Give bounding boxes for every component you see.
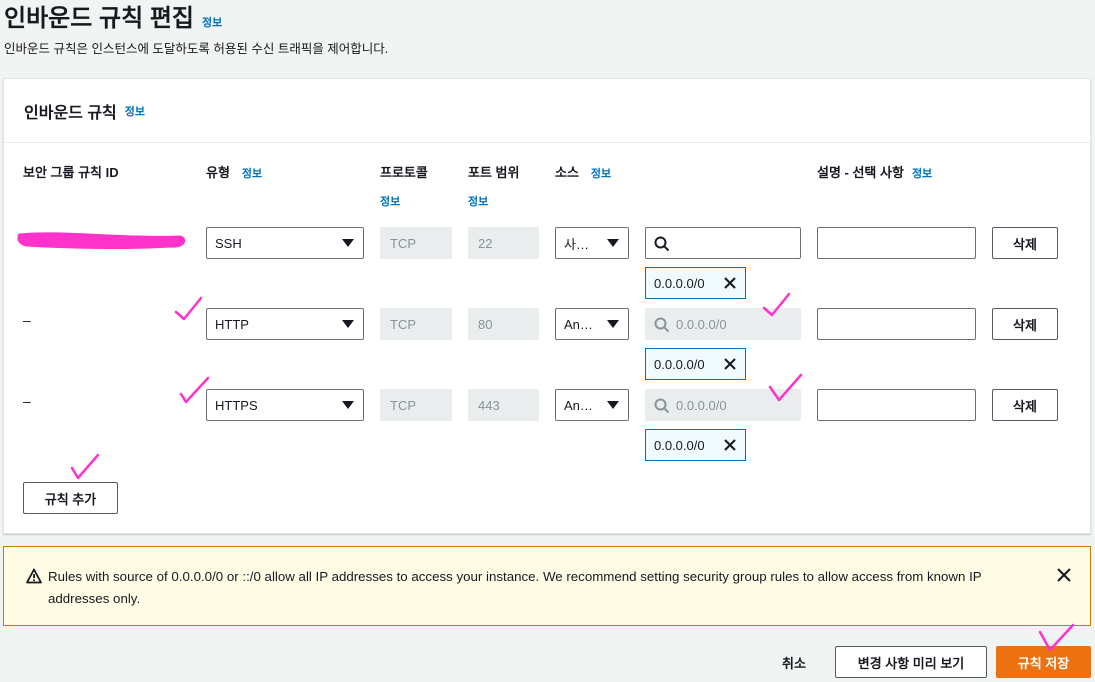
warning-icon [26,568,42,584]
protocol-info-link[interactable]: 정보 [380,193,400,209]
cidr-token: 0.0.0.0/0 [645,348,746,380]
cidr-token: 0.0.0.0/0 [645,429,746,461]
column-header-port-range-label: 포트 범위 [468,165,520,180]
caret-down-icon [607,239,619,247]
delete-rule-button[interactable]: 삭제 [992,227,1058,259]
column-header-type: 유형 정보 [206,162,262,181]
port-range-field: 443 [468,389,539,421]
column-header-rule-id: 보안 그룹 규칙 ID [23,162,119,181]
cidr-token-label: 0.0.0.0/0 [654,356,705,372]
save-rules-button[interactable]: 규칙 저장 [996,646,1091,678]
page-description: 인바운드 규칙은 인스턴스에 도달하도록 허용된 수신 트래픽을 제어합니다. [4,42,389,56]
panel-header: 인바운드 규칙 정보 [4,79,1090,143]
page-title: 인바운드 규칙 편집 정보 [4,0,222,33]
description-input[interactable] [817,389,976,421]
caret-down-icon [607,320,619,328]
caret-down-icon [342,239,354,247]
column-header-port-range: 포트 범위 [468,162,519,181]
search-icon [654,317,670,333]
search-icon [654,236,670,252]
panel-info-link[interactable]: 정보 [125,103,145,119]
type-info-link[interactable]: 정보 [242,165,262,181]
page-title-text: 인바운드 규칙 편집 [4,5,194,32]
column-header-type-label: 유형 [206,165,230,180]
delete-rule-button[interactable]: 삭제 [992,308,1058,340]
description-input[interactable] [817,227,976,259]
source-select[interactable]: An… [555,389,629,421]
source-search-placeholder: 0.0.0.0/0 [676,397,727,413]
caret-down-icon [342,401,354,409]
port-range-info-link[interactable]: 정보 [468,193,488,209]
rule-id-cell: – [23,393,31,409]
port-range-field: 22 [468,227,539,259]
port-range-field: 80 [468,308,539,340]
cancel-button[interactable]: 취소 [774,648,814,676]
protocol-field: TCP [380,389,452,421]
close-icon[interactable] [723,357,737,371]
source-info-link[interactable]: 정보 [591,165,611,181]
column-header-source: 소스 정보 [555,162,611,181]
close-icon[interactable] [723,438,737,452]
add-rule-button[interactable]: 규칙 추가 [23,482,118,514]
caret-down-icon [607,401,619,409]
type-select[interactable]: HTTPS [206,389,364,421]
cidr-token: 0.0.0.0/0 [645,267,746,299]
cidr-token-label: 0.0.0.0/0 [654,275,705,291]
column-header-description-label: 설명 - 선택 사항 [817,165,904,180]
close-icon[interactable] [723,276,737,290]
warning-alert: Rules with source of 0.0.0.0/0 or ::/0 a… [3,546,1091,626]
source-select[interactable]: An… [555,308,629,340]
type-select-value: HTTP [215,316,249,332]
type-select[interactable]: SSH [206,227,364,259]
column-header-description: 설명 - 선택 사항 정보 [817,162,932,181]
preview-changes-button[interactable]: 변경 사항 미리 보기 [835,646,987,678]
source-select[interactable]: 사… [555,227,629,259]
description-input[interactable] [817,308,976,340]
type-select[interactable]: HTTP [206,308,364,340]
panel-title: 인바운드 규칙 [24,104,117,122]
column-header-protocol: 프로토콜 [380,162,428,181]
protocol-field: TCP [380,308,452,340]
inbound-rules-panel: 인바운드 규칙 정보 [3,78,1091,534]
description-info-link[interactable]: 정보 [912,165,932,181]
page-title-info-link[interactable]: 정보 [202,14,222,30]
source-search-input[interactable] [645,227,801,259]
type-select-value: SSH [215,235,242,251]
cidr-token-label: 0.0.0.0/0 [654,437,705,453]
delete-rule-button[interactable]: 삭제 [992,389,1058,421]
column-header-protocol-label: 프로토콜 [380,165,428,180]
type-select-value: HTTPS [215,397,258,413]
source-select-value: 사… [564,236,589,252]
source-select-value: An… [564,316,593,332]
source-search-placeholder: 0.0.0.0/0 [676,316,727,332]
warning-text: Rules with source of 0.0.0.0/0 or ::/0 a… [48,569,982,606]
source-select-value: An… [564,397,593,413]
source-search-input: 0.0.0.0/0 [645,308,801,340]
search-icon [654,398,670,414]
rule-id-cell: – [23,312,31,328]
protocol-field: TCP [380,227,452,259]
column-header-source-label: 소스 [555,165,579,180]
close-icon[interactable] [1055,566,1073,584]
source-search-input: 0.0.0.0/0 [645,389,801,421]
column-header-rule-id-label: 보안 그룹 규칙 ID [23,165,119,180]
caret-down-icon [342,320,354,328]
